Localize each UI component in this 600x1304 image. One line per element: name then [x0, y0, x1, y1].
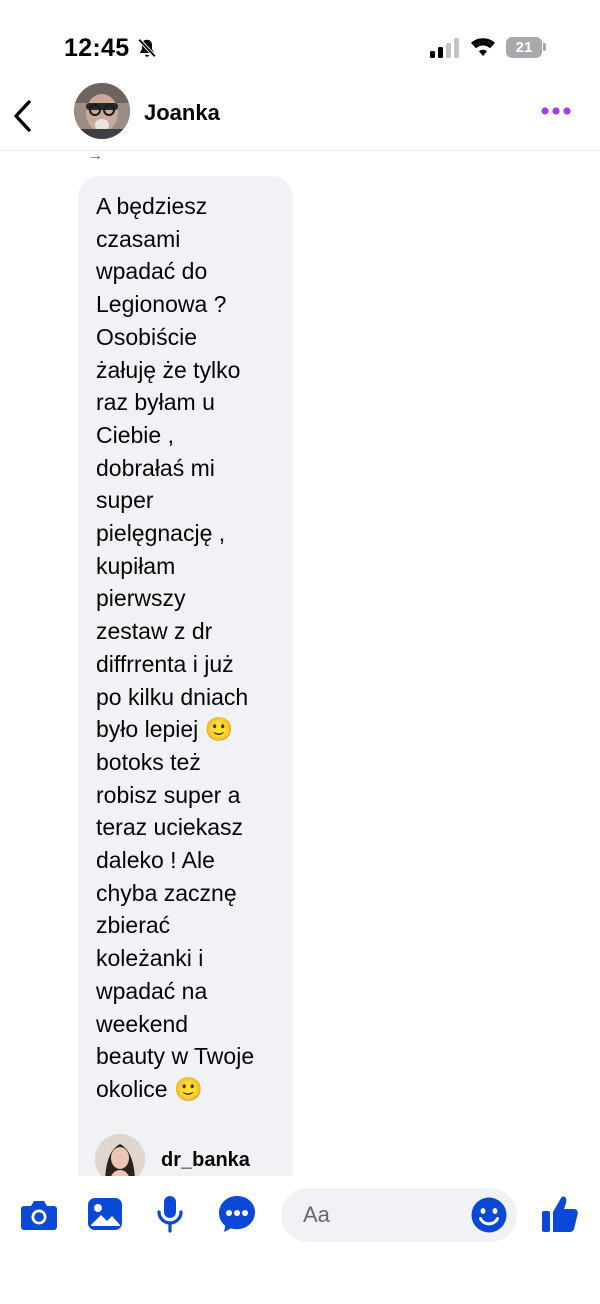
cellular-signal-icon — [430, 38, 459, 58]
camera-icon[interactable] — [20, 1198, 58, 1232]
gallery-icon[interactable] — [86, 1196, 124, 1232]
more-actions-icon[interactable] — [218, 1195, 256, 1233]
messenger-chat-screen: 12:45 21 Joanka → A będziesz czasami wpa… — [0, 0, 600, 1304]
contact-avatar[interactable] — [74, 83, 130, 139]
forwarded-icon: → — [88, 147, 103, 164]
more-options-icon[interactable] — [540, 106, 572, 116]
microphone-icon[interactable] — [156, 1195, 184, 1233]
shared-avatar-image — [95, 1134, 145, 1176]
battery-icon: 21 — [506, 37, 542, 58]
message-composer — [0, 1176, 600, 1304]
thumbs-up-icon[interactable] — [541, 1194, 579, 1234]
contact-avatar-image — [74, 83, 130, 139]
bell-slash-icon — [137, 38, 157, 58]
shared-account-avatar[interactable] — [95, 1134, 145, 1176]
status-time: 12:45 — [64, 34, 130, 62]
back-arrow-icon[interactable] — [12, 99, 34, 133]
message-text: A będziesz czasami wpadać do Legionowa ?… — [96, 193, 255, 1102]
chat-header: Joanka — [0, 78, 600, 150]
status-bar: 12:45 21 — [0, 0, 600, 90]
battery-tip — [543, 43, 546, 51]
battery-level: 21 — [515, 39, 533, 56]
message-bubble[interactable]: A będziesz czasami wpadać do Legionowa ?… — [78, 176, 293, 1176]
wifi-icon — [471, 38, 495, 56]
shared-account-name[interactable]: dr_banka — [161, 1149, 250, 1172]
contact-name[interactable]: Joanka — [144, 100, 220, 126]
emoji-icon[interactable] — [470, 1196, 508, 1234]
